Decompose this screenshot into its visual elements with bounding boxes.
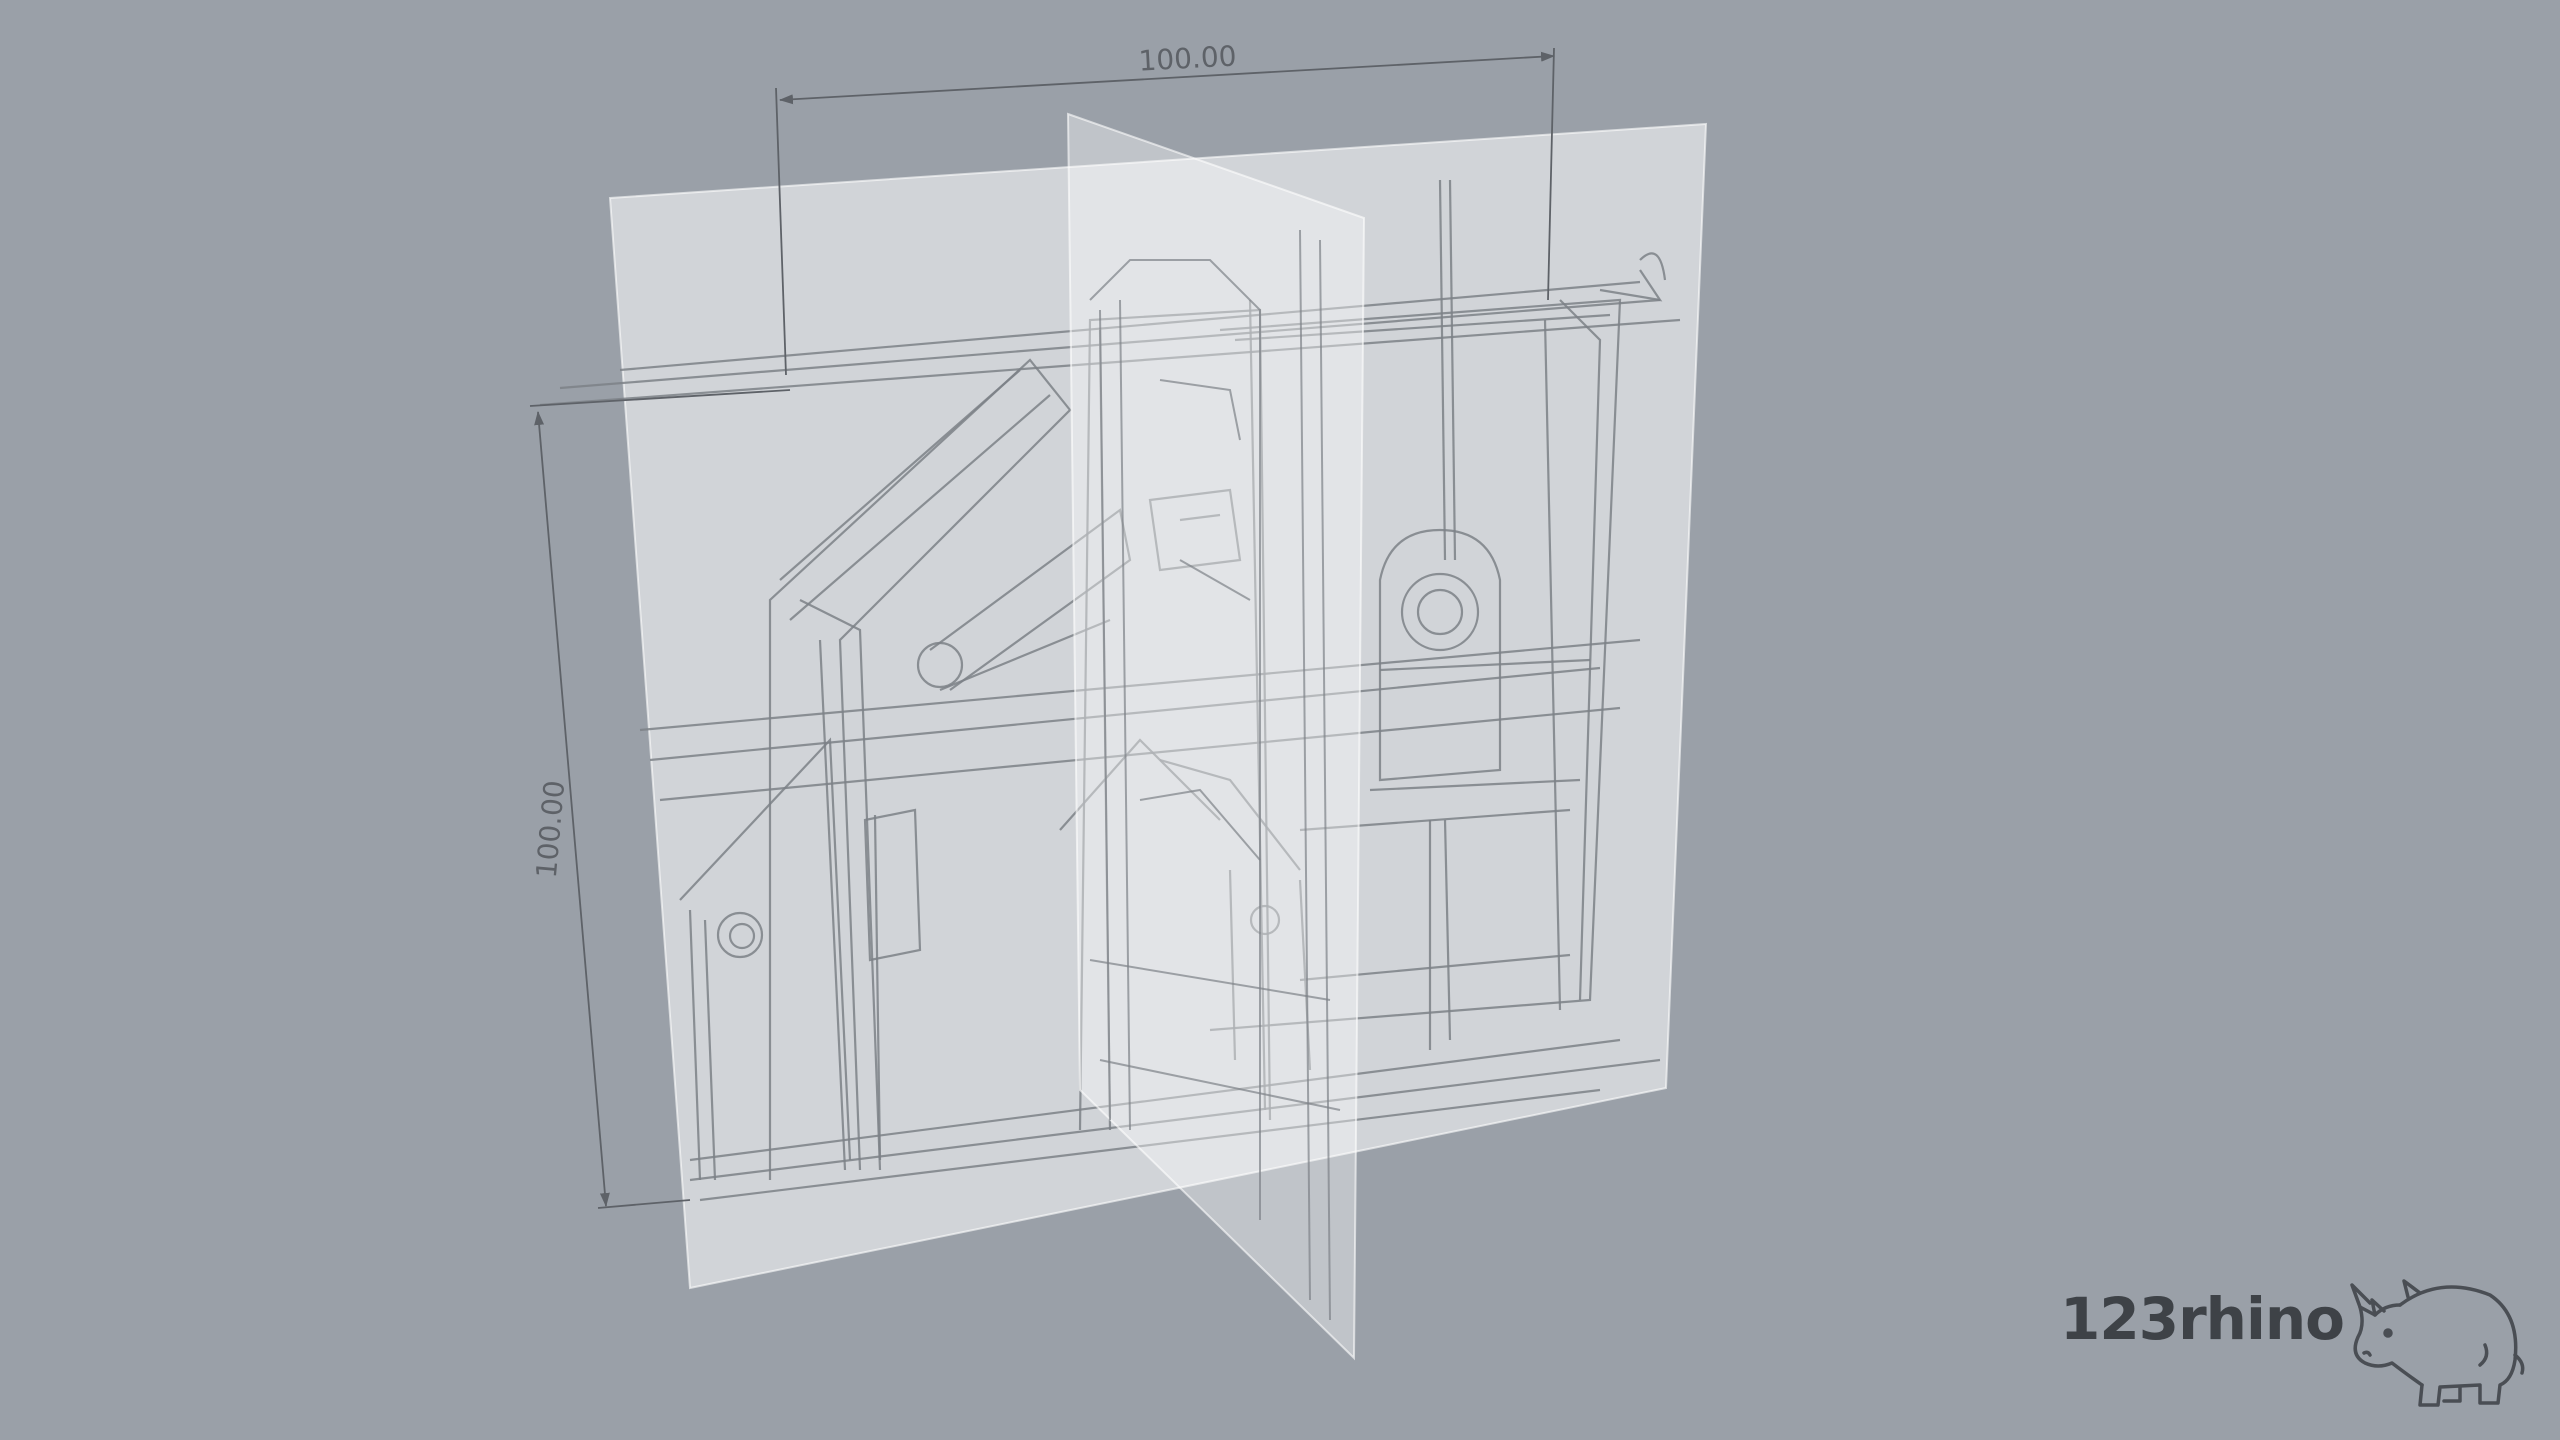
width-dimension-label: 100.00 — [1138, 39, 1238, 77]
brand-watermark: 123rhino — [2060, 1245, 2540, 1415]
scene-canvas[interactable]: 100.00 100.00 — [0, 0, 2560, 1440]
brand-name: 123rhino — [2060, 1285, 2345, 1353]
rhino-icon — [2350, 1279, 2525, 1407]
height-dimension-label: 100.00 — [530, 779, 571, 879]
3d-viewport[interactable]: 100.00 100.00 123rhino — [0, 0, 2560, 1440]
